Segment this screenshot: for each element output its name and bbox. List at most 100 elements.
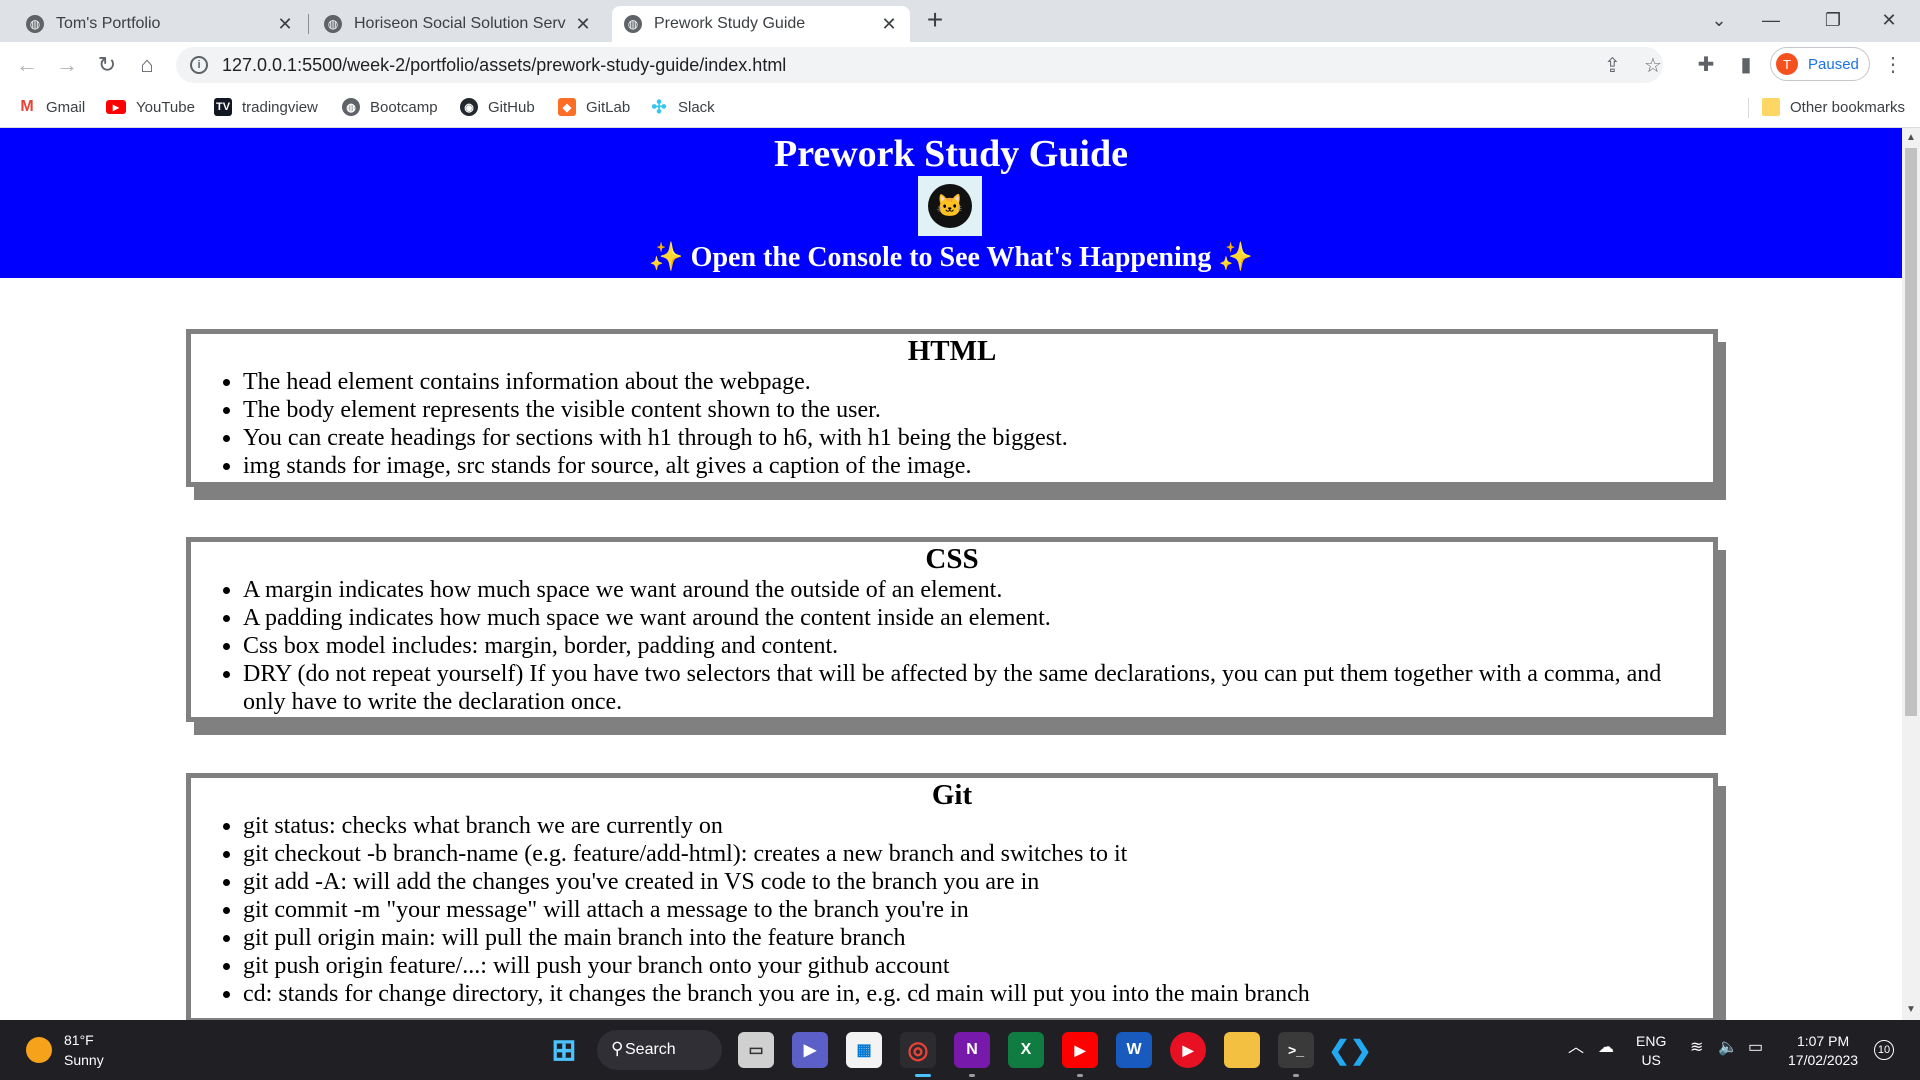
share-icon[interactable]: ⇪ [1604,53,1621,78]
globe-icon: ◍ [26,15,44,33]
onedrive-cloud-icon[interactable]: ☁ [1598,1038,1614,1057]
tradingview-icon: TV [214,98,232,116]
logo: 🐱 [918,176,982,236]
bookmark-bootcamp[interactable]: ◍ Bootcamp [342,96,438,118]
profile-button[interactable]: T Paused [1770,47,1870,81]
list-item: git push origin feature/...: will push y… [243,952,1693,980]
app-indicator [969,1074,975,1077]
media-player-icon[interactable]: ▶ [1170,1032,1206,1068]
section-list: The head element contains information ab… [243,368,1713,480]
taskbar-search-label: Search [625,1041,676,1058]
battery-icon[interactable]: ▭ [1748,1038,1763,1057]
section-heading: Git [931,779,973,811]
terminal-icon[interactable]: >_ [1278,1032,1314,1068]
weather-desc: Sunny [64,1052,104,1068]
close-icon[interactable]: ✕ [574,14,592,35]
bookmark-slack[interactable]: ✣ Slack [650,96,714,118]
tab-prework-study-guide[interactable]: ◍ Prework Study Guide ✕ [612,6,910,42]
section-list: A margin indicates how much space we wan… [243,576,1713,716]
store-icon[interactable]: ▦ [846,1032,882,1068]
tab-title: Prework Study Guide [654,15,806,32]
windows-start-icon[interactable]: ⊞ [546,1032,582,1068]
weather-widget[interactable]: 81°F Sunny [26,1030,104,1070]
scroll-down-arrow-icon[interactable]: ▼ [1902,1002,1920,1018]
tab-title: Horiseon Social Solution Services [354,15,566,32]
list-item: The body element represents the visible … [243,396,1693,424]
bookmark-youtube[interactable]: ▶ YouTube [106,96,195,118]
active-app-indicator [915,1074,931,1077]
section-git: Git git status: checks what branch we ar… [186,773,1718,1020]
home-button[interactable]: ⌂ [132,50,162,80]
list-item: git status: checks what branch we are cu… [243,812,1693,840]
menu-kebab-icon[interactable]: ⋮ [1880,52,1906,77]
tab-horiseon[interactable]: ◍ Horiseon Social Solution Services ✕ [312,6,604,42]
bookmark-label: Bootcamp [370,98,438,116]
back-button[interactable]: ← [12,50,42,80]
folder-icon [1762,98,1780,116]
close-icon[interactable]: ✕ [276,14,294,35]
forward-button[interactable]: → [52,50,82,80]
bookmark-star-icon[interactable]: ☆ [1644,53,1662,78]
bookmarks-divider [1748,98,1749,118]
bookmark-gitlab[interactable]: ◆ GitLab [558,96,630,118]
bookmark-label: GitHub [488,98,535,116]
tab-search-chevron-icon[interactable]: ⌄ [1696,0,1742,40]
volume-icon[interactable]: 🔈 [1718,1038,1738,1057]
language: ENG [1636,1033,1667,1049]
file-explorer-icon[interactable] [1224,1032,1260,1068]
other-bookmarks[interactable]: Other bookmarks [1762,96,1905,118]
restore-button[interactable]: ❐ [1810,0,1856,40]
section-html: HTML The head element contains informati… [186,329,1718,487]
teams-icon[interactable]: ▶ [792,1032,828,1068]
list-item: git commit -m "your message" will attach… [243,896,1693,924]
reload-button[interactable]: ↻ [92,50,122,80]
clock-time: 1:07 PM [1796,1033,1850,1049]
onenote-icon[interactable]: N [954,1032,990,1068]
tab-separator [308,14,309,34]
list-item: git checkout -b branch-name (e.g. featur… [243,840,1693,868]
tab-strip: ◍ Tom's Portfolio ✕ ◍ Horiseon Social So… [0,0,1920,42]
clock[interactable]: 1:07 PM 17/02/2023 [1788,1032,1858,1070]
bookmark-tradingview[interactable]: TV tradingview [214,96,318,118]
tab-toms-portfolio[interactable]: ◍ Tom's Portfolio ✕ [14,6,306,42]
page-scrollbar[interactable]: ▲ ▼ [1902,128,1920,1020]
globe-icon: ◍ [624,15,642,33]
notification-badge[interactable]: 10 [1874,1040,1894,1060]
bookmark-label: YouTube [136,98,195,116]
close-window-button[interactable]: ✕ [1866,0,1912,40]
youtube-app-icon[interactable]: ▶ [1062,1032,1098,1068]
chrome-icon[interactable]: ◎ [900,1032,936,1068]
wifi-icon[interactable]: ≋ [1690,1038,1703,1057]
bookmark-gmail[interactable]: M Gmail [18,96,85,118]
region: US [1641,1052,1661,1068]
sun-icon [26,1037,52,1063]
page-title: Prework Study Guide [773,133,1128,175]
tray-overflow-chevron-icon[interactable]: ︿ [1568,1038,1584,1057]
section-list: git status: checks what branch we are cu… [243,812,1713,1008]
bookmark-github[interactable]: ◉ GitHub [460,96,535,118]
word-icon[interactable]: W [1116,1032,1152,1068]
search-icon: ⚲ [611,1039,624,1058]
clock-date: 17/02/2023 [1788,1052,1859,1068]
list-item: git pull origin main: will pull the main… [243,924,1693,952]
site-info-icon[interactable]: i [190,56,208,74]
new-tab-button[interactable]: + [921,6,949,34]
close-icon[interactable]: ✕ [880,14,898,35]
extensions-icon[interactable]: ✚ [1693,52,1719,77]
list-item: git add -A: will add the changes you've … [243,868,1693,896]
weather-temp: 81°F [64,1032,94,1048]
scroll-up-arrow-icon[interactable]: ▲ [1902,130,1920,146]
list-item: The head element contains information ab… [243,368,1693,396]
language-indicator[interactable]: ENG US [1636,1032,1666,1070]
page-header: Prework Study Guide 🐱 ✨ Open the Console… [0,128,1902,278]
excel-icon[interactable]: X [1008,1032,1044,1068]
list-item: A margin indicates how much space we wan… [243,576,1693,604]
app-indicator [1293,1074,1299,1077]
side-panel-icon[interactable]: ▮ [1733,52,1759,77]
scrollbar-thumb[interactable] [1905,148,1917,716]
minimize-button[interactable]: — [1748,0,1794,40]
vscode-icon[interactable]: ❮❯ [1328,1032,1372,1068]
taskbar-search[interactable]: ⚲ Search [597,1030,722,1070]
address-bar[interactable]: i 127.0.0.1:5500/week-2/portfolio/assets… [176,47,1663,83]
task-view-icon[interactable]: ▭ [738,1032,774,1068]
